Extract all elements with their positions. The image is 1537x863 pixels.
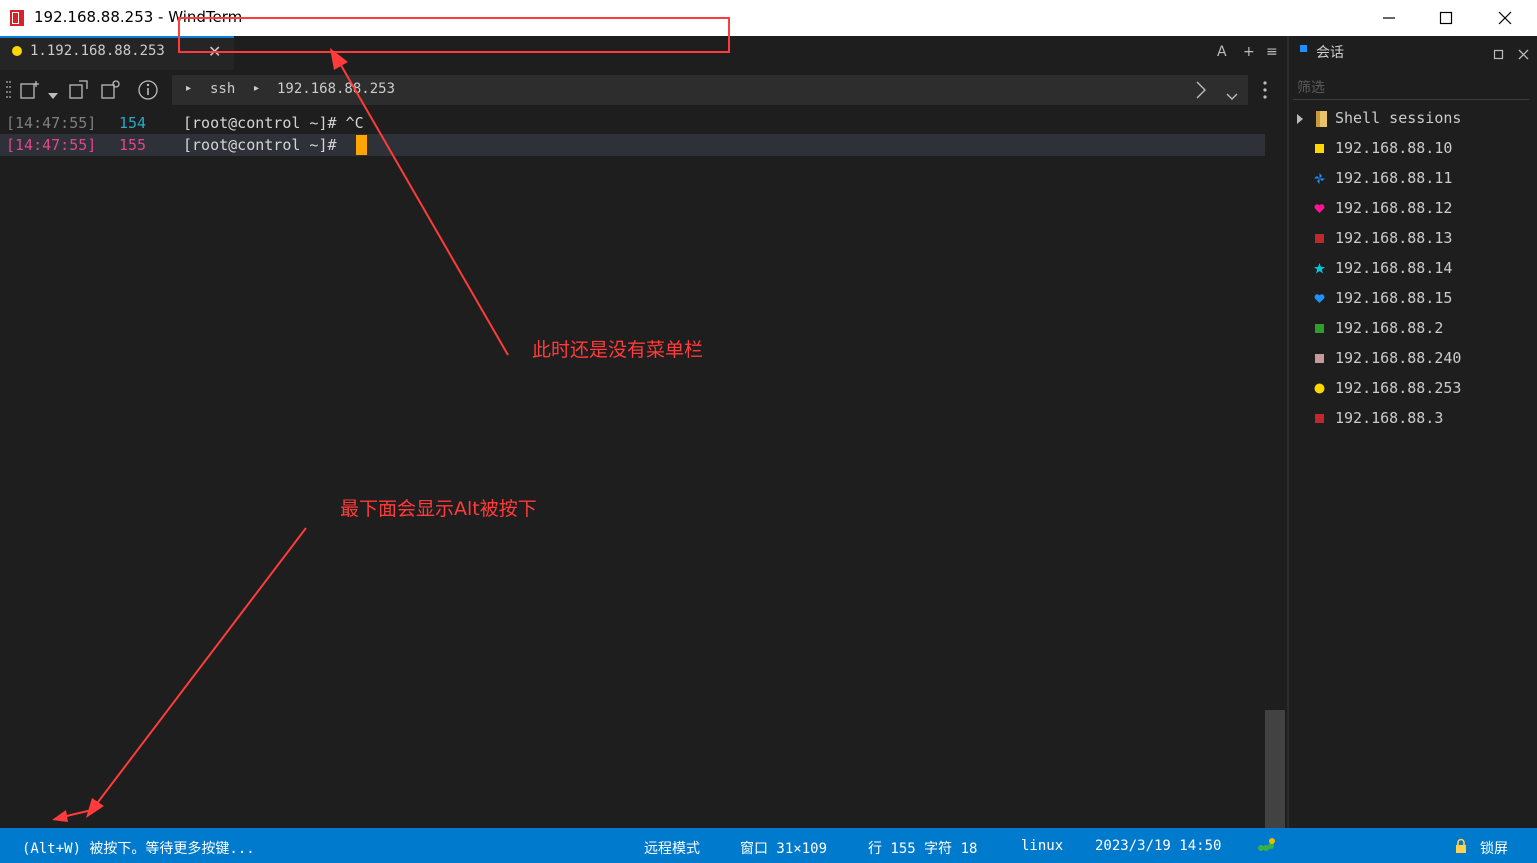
annotation-arrows xyxy=(52,48,509,822)
annotation-no-menu: 此时还是没有菜单栏 xyxy=(532,339,704,361)
arrow-down-annotation xyxy=(52,527,307,822)
arrow-up-annotation xyxy=(330,48,509,356)
annotation-alt-pressed: 最下面会显示Alt被按下 xyxy=(340,498,537,520)
